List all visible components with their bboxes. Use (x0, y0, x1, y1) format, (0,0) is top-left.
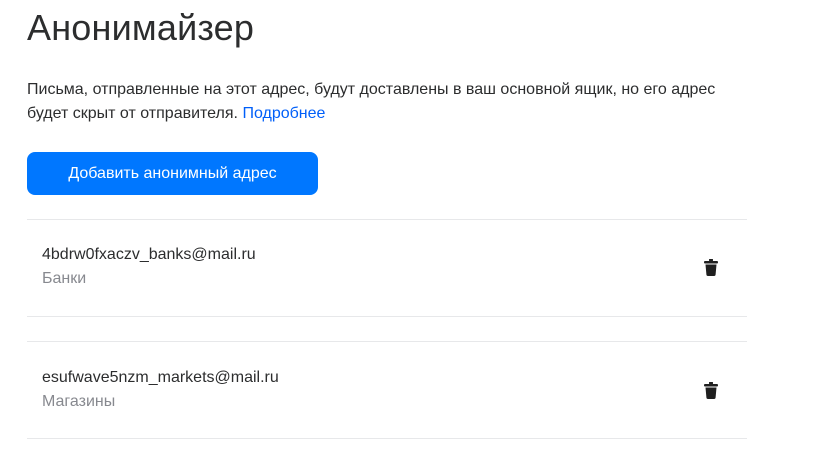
divider (27, 438, 747, 439)
address-email: esufwave5nzm_markets@mail.ru (42, 369, 279, 386)
page-description: Письма, отправленные на этот адрес, буду… (27, 78, 747, 126)
delete-address-button[interactable] (701, 380, 721, 400)
address-item: 4bdrw0fxaczv_banks@mail.ru Банки (27, 243, 747, 339)
anonymizer-page: Анонимайзер Письма, отправленные на этот… (0, 0, 820, 475)
more-link[interactable]: Подробнее (242, 105, 325, 122)
address-item: esufwave5nzm_markets@mail.ru Магазины (27, 366, 747, 462)
delete-address-button[interactable] (701, 257, 721, 277)
page-title: Анонимайзер (27, 7, 255, 48)
divider (27, 341, 747, 342)
address-email: 4bdrw0fxaczv_banks@mail.ru (42, 246, 256, 263)
trash-icon (704, 381, 718, 399)
address-label: Магазины (42, 393, 116, 410)
trash-icon (704, 258, 718, 276)
add-anonymous-address-button[interactable]: Добавить анонимный адрес (27, 152, 318, 195)
address-label: Банки (42, 270, 87, 287)
divider (27, 219, 747, 220)
description-text: Письма, отправленные на этот адрес, буду… (27, 81, 716, 122)
divider (27, 316, 747, 317)
